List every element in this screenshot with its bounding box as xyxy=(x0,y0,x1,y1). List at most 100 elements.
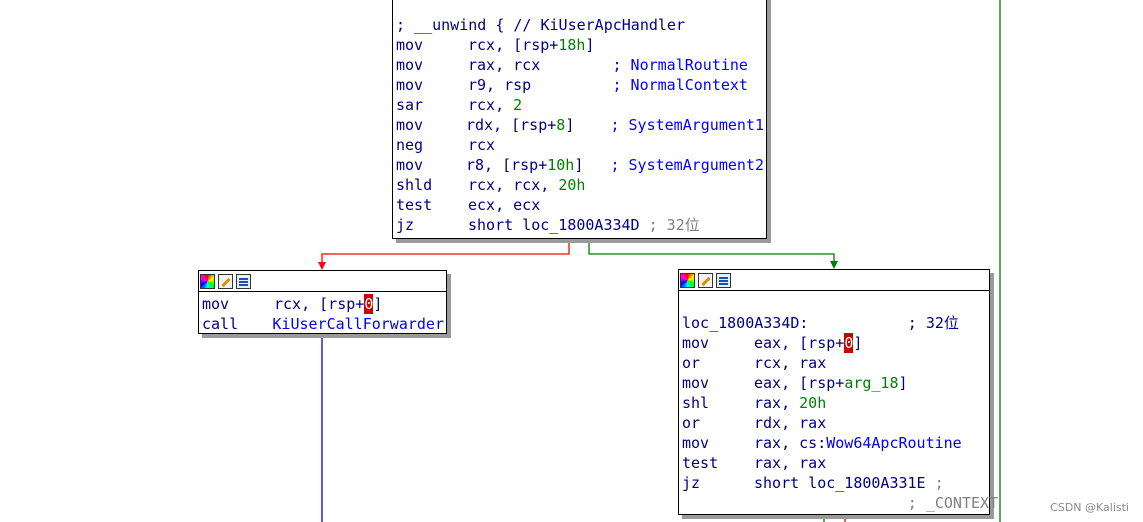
operand: rcx, rax xyxy=(754,354,827,372)
edit-pencil-icon[interactable] xyxy=(698,272,713,288)
mnemonic: or xyxy=(682,414,701,432)
operand: ; NormalRoutine xyxy=(612,56,748,74)
code-line[interactable]: or rdx, rax xyxy=(682,413,987,433)
line-label: loc_1800A334D: ; 32位 xyxy=(682,314,959,332)
true-branch-arrow xyxy=(830,261,838,269)
block-code: ; __unwind { // KiUserApcHandler mov rcx, … xyxy=(393,0,766,235)
code-line[interactable]: ; _CONTEXT xyxy=(682,493,998,513)
code-line[interactable]: ; __unwind { // KiUserApcHandler xyxy=(396,15,764,35)
operand: ] xyxy=(853,334,863,352)
operand: ] xyxy=(574,156,611,174)
code-line[interactable]: mov eax, [rsp+ 0] xyxy=(682,333,987,353)
operand: ; xyxy=(934,474,944,492)
code-line[interactable]: sar rcx, 2 xyxy=(396,95,764,115)
code-line[interactable]: test ecx, ecx xyxy=(396,195,764,215)
operand: short loc_1800A334D xyxy=(468,216,649,234)
false-branch-edge xyxy=(321,239,570,262)
mnemonic: or xyxy=(682,354,701,372)
operand: rcx, [rsp+ xyxy=(468,36,559,54)
code-line[interactable]: mov eax, [rsp+ arg_18] xyxy=(682,373,987,393)
operand: rcx, rcx, xyxy=(468,176,559,194)
mnemonic: mov xyxy=(396,56,424,74)
operand: rcx, xyxy=(468,96,514,114)
operand: rdx, rax xyxy=(754,414,827,432)
operand: ] xyxy=(373,295,383,313)
mnemonic: mov xyxy=(682,434,710,452)
watermark: CSDN @Kalisti xyxy=(1050,501,1129,514)
operand: 0 xyxy=(364,294,374,314)
operand: eax, [rsp+ xyxy=(754,334,845,352)
mnemonic: mov xyxy=(202,295,230,313)
operand: 10h xyxy=(547,156,575,174)
operand: ; 32位 xyxy=(648,216,700,234)
code-line[interactable]: mov rdx, [rsp+ 8] ; SystemArgument1 xyxy=(396,115,764,135)
color-palette-icon[interactable] xyxy=(200,273,215,289)
block-code: mov rcx, [rsp+ 0] call KiUserCallForwarder xyxy=(199,292,446,334)
code-line[interactable]: mov rax, rcx ; NormalRoutine xyxy=(396,55,764,75)
graph-view-icon[interactable] xyxy=(236,273,251,289)
operand: rax, cs: xyxy=(754,434,827,452)
color-palette-icon[interactable] xyxy=(680,272,695,288)
line-label: ; _CONTEXT xyxy=(682,494,999,512)
operand: 20h xyxy=(799,394,827,412)
code-line[interactable]: neg rcx xyxy=(396,135,764,155)
code-line[interactable]: mov rax, cs: Wow64ApcRoutine xyxy=(682,433,987,453)
operand: ; NormalContext xyxy=(612,76,748,94)
code-line[interactable]: test rax, rax xyxy=(682,453,987,473)
mnemonic: mov xyxy=(396,36,424,54)
operand: ] xyxy=(898,374,908,392)
block-code: loc_1800A334D: ; 32位 mov eax, [rsp+ 0] or rcx… xyxy=(679,291,998,513)
mnemonic: mov xyxy=(396,116,424,134)
operand: 8 xyxy=(556,116,566,134)
mnemonic: mov xyxy=(682,374,710,392)
operand: r8, [rsp+ xyxy=(465,156,548,174)
code-block-top[interactable]: ; __unwind { // KiUserApcHandler mov rcx, … xyxy=(392,0,767,239)
code-line[interactable] xyxy=(682,293,987,313)
operand: ecx, ecx xyxy=(468,196,541,214)
mnemonic: jz xyxy=(682,474,701,492)
code-line[interactable]: mov r8, [rsp+ 10h] ; SystemArgument2 xyxy=(396,155,764,175)
mnemonic: shld xyxy=(396,176,433,194)
mnemonic: sar xyxy=(396,96,424,114)
operand: arg_18 xyxy=(844,374,899,392)
operand[interactable]: KiUserCallForwarder xyxy=(272,314,444,334)
code-line[interactable]: shld rcx, rcx, 20h xyxy=(396,175,764,195)
operand: 2 xyxy=(513,96,523,114)
false-branch-arrow xyxy=(318,262,326,270)
operand: rdx, [rsp+ xyxy=(465,116,557,134)
mnemonic: shl xyxy=(682,394,710,412)
mnemonic: call xyxy=(202,315,239,333)
mnemonic: test xyxy=(396,196,433,214)
operand: ; SystemArgument2 xyxy=(610,156,764,174)
operand: r9, rsp xyxy=(468,76,613,94)
operand: ; SystemArgument1 xyxy=(610,116,764,134)
graph-view-icon[interactable] xyxy=(716,272,731,288)
block-header xyxy=(679,270,989,291)
code-line[interactable]: mov rcx, [rsp+ 0] xyxy=(202,294,444,314)
operand: ] xyxy=(585,36,595,54)
code-block-right[interactable]: loc_1800A334D: ; 32位 mov eax, [rsp+ 0] or rcx… xyxy=(678,269,998,515)
operand[interactable]: Wow64ApcRoutine xyxy=(826,433,961,453)
block-header xyxy=(199,271,446,292)
code-line[interactable]: mov rcx, [rsp+ 18h] xyxy=(396,35,764,55)
code-line[interactable]: loc_1800A334D: ; 32位 xyxy=(682,313,987,333)
code-line[interactable]: mov r9, rsp ; NormalContext xyxy=(396,75,764,95)
mnemonic: jz xyxy=(396,216,415,234)
code-block-left[interactable]: mov rcx, [rsp+ 0] call KiUserCallForwarder xyxy=(198,270,447,334)
code-line[interactable]: call KiUserCallForwarder xyxy=(202,314,444,334)
code-line[interactable]: jz short loc_1800A331E ; xyxy=(682,473,987,493)
operand: 0 xyxy=(844,333,854,353)
operand: rax, rcx xyxy=(468,56,613,74)
code-line[interactable]: shl rax, 20h xyxy=(682,393,987,413)
operand: 18h xyxy=(558,36,586,54)
mnemonic: neg xyxy=(396,136,424,154)
operand: rcx, [rsp+ xyxy=(274,295,365,313)
line-label: ; __unwind { // KiUserApcHandler xyxy=(396,16,685,34)
edit-pencil-icon[interactable] xyxy=(218,273,233,289)
true-branch-edge xyxy=(588,239,835,261)
operand: rcx xyxy=(468,136,496,154)
code-line[interactable]: or rcx, rax xyxy=(682,353,987,373)
mnemonic: mov xyxy=(396,76,424,94)
code-line[interactable]: jz short loc_1800A334D ; 32位 xyxy=(396,215,764,235)
operand: rax, rax xyxy=(754,454,827,472)
